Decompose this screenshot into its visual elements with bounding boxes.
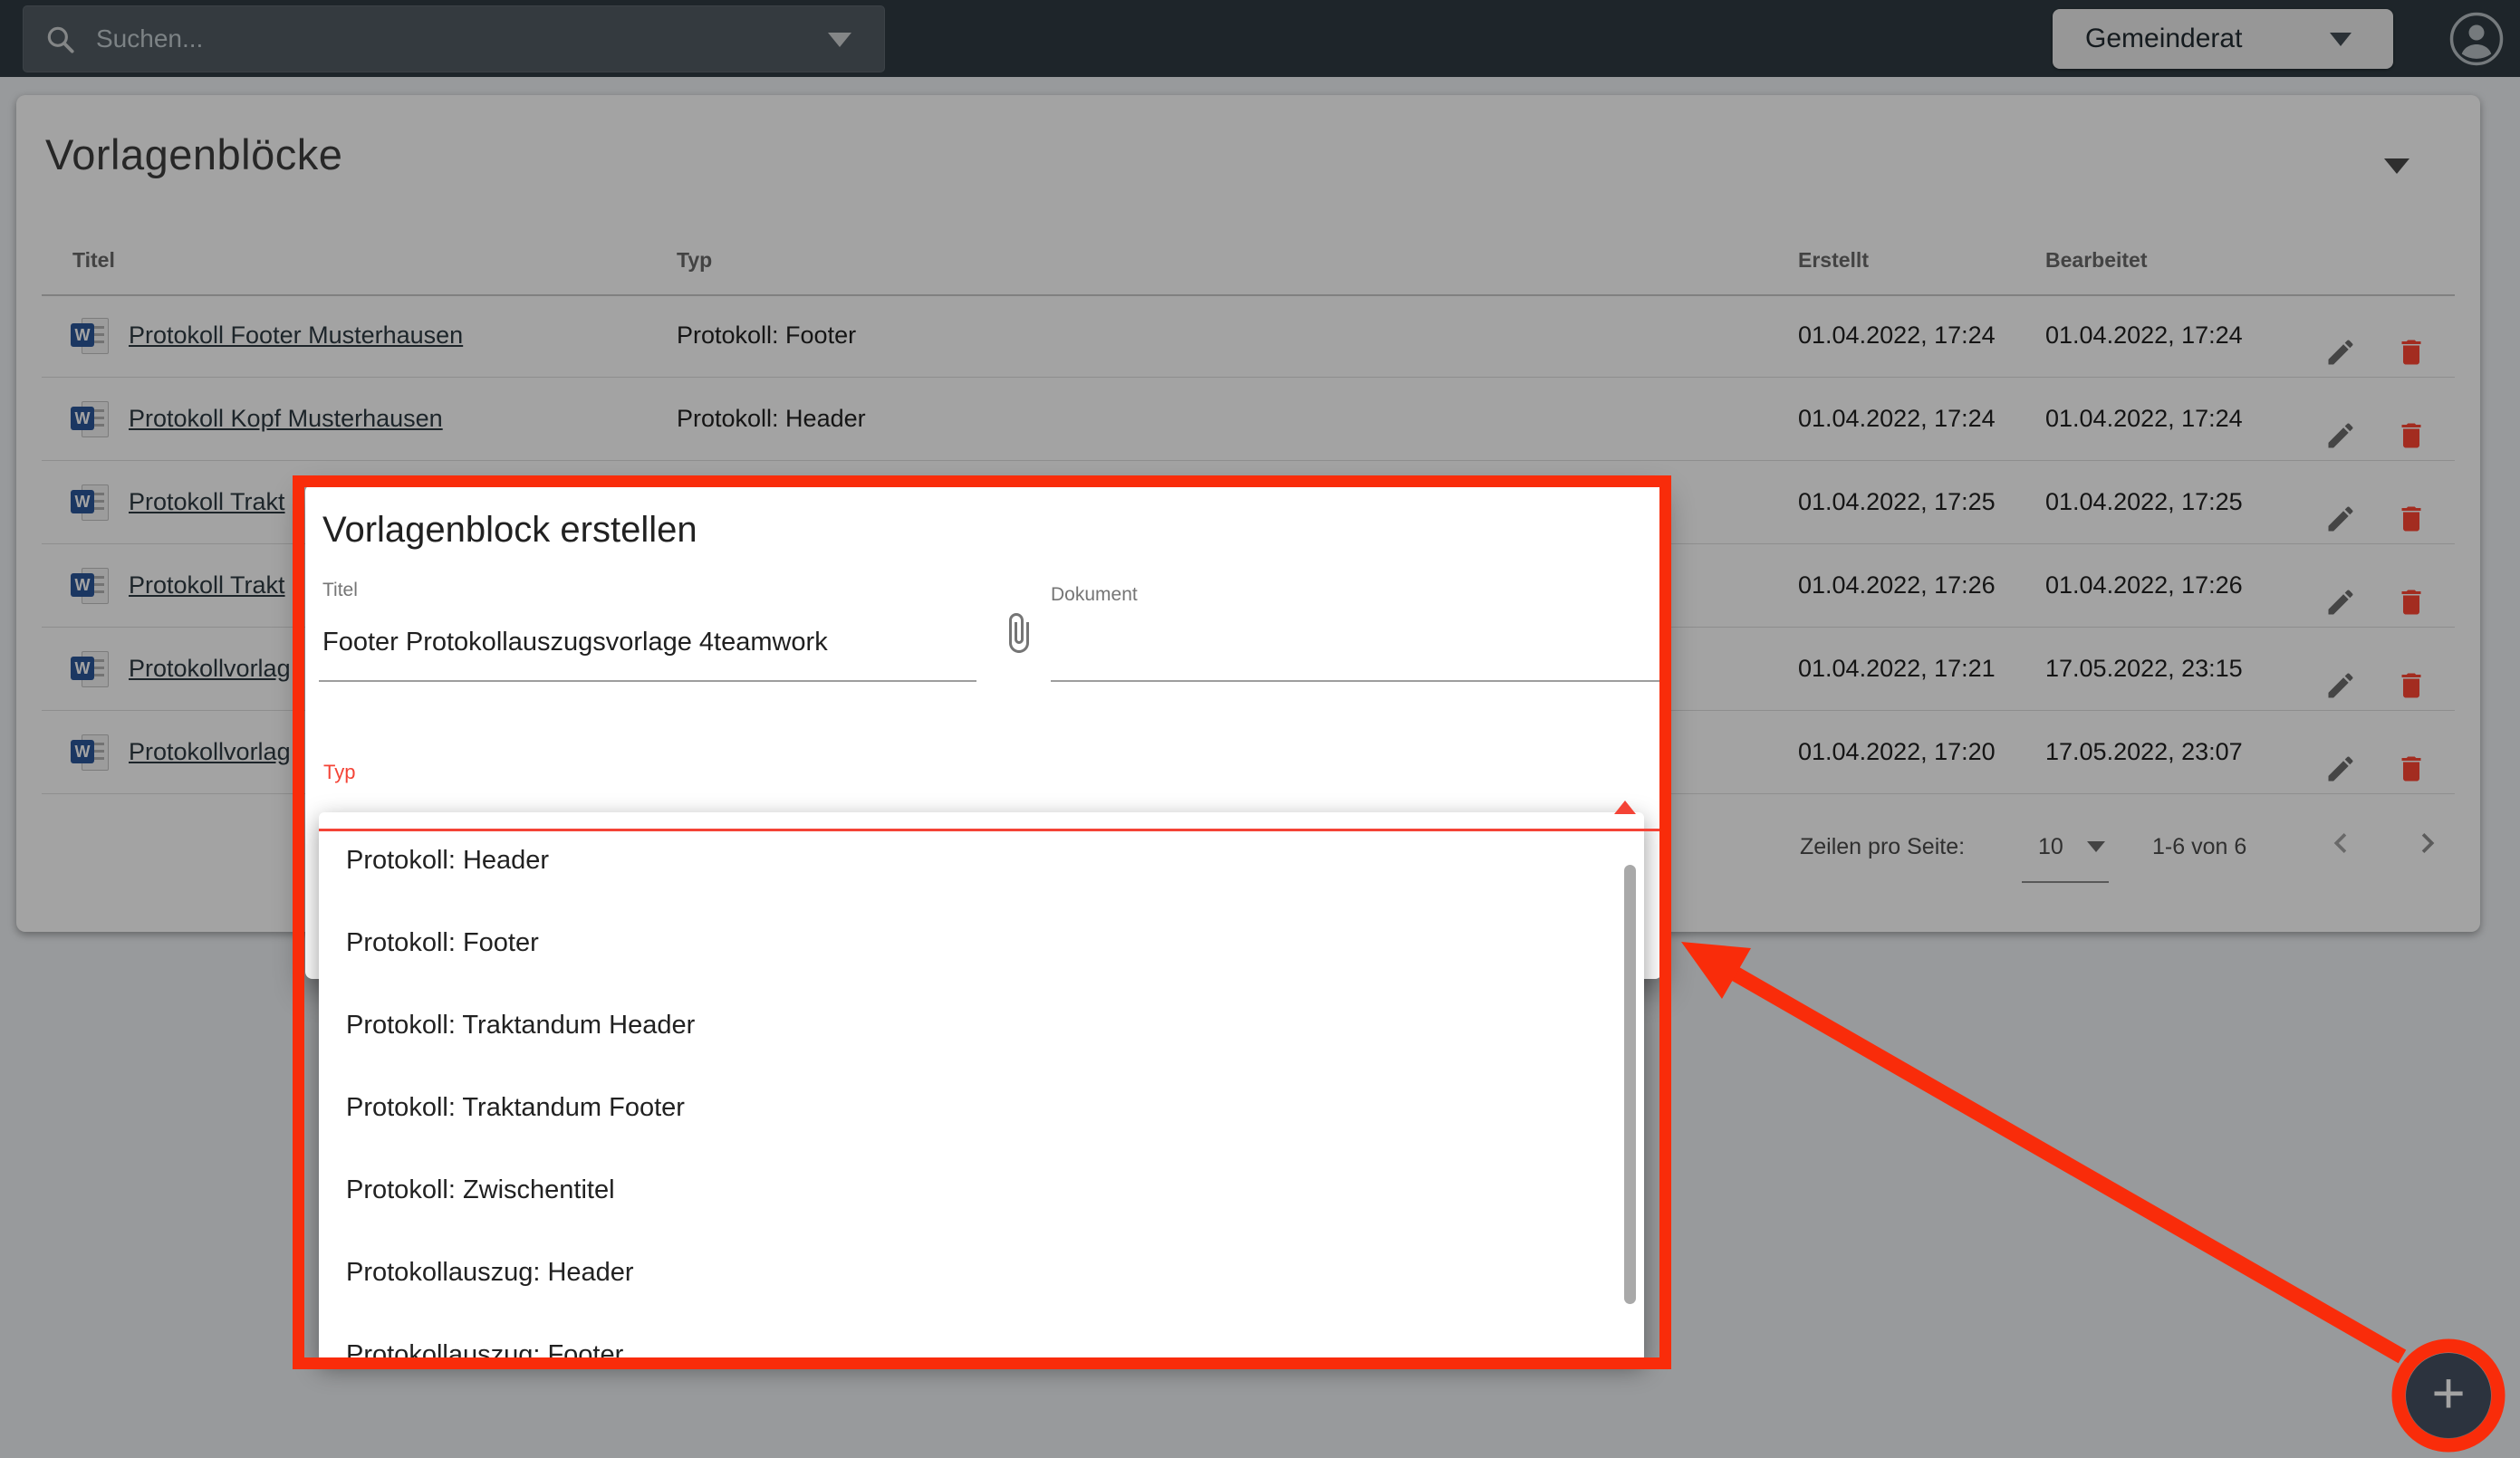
typ-option[interactable]: Protokollauszug: Header: [319, 1232, 1644, 1314]
typ-field-label: Typ: [323, 761, 355, 784]
dokument-field-label: Dokument: [1051, 584, 1138, 606]
titel-underline: [319, 680, 976, 682]
dialog-title: Vorlagenblock erstellen: [322, 510, 697, 551]
typ-select-underline: [319, 829, 1662, 831]
typ-select-open-caret-icon[interactable]: [1614, 801, 1636, 814]
screen: Gemeinderat Vorlagenblöcke Titel Typ Ers…: [0, 0, 2520, 1458]
typ-option[interactable]: Protokoll: Header: [319, 820, 1644, 902]
typ-option[interactable]: Protokoll: Traktandum Header: [319, 984, 1644, 1067]
typ-options-menu: Protokoll: Header Protokoll: Footer Prot…: [319, 812, 1644, 1362]
titel-input[interactable]: [322, 620, 966, 664]
typ-option[interactable]: Protokollauszug: Footer: [319, 1314, 1644, 1362]
titel-field-label: Titel: [322, 580, 358, 601]
typ-option[interactable]: Protokoll: Footer: [319, 902, 1644, 984]
dokument-input[interactable]: [1051, 620, 1630, 664]
typ-option[interactable]: Protokoll: Zwischentitel: [319, 1149, 1644, 1232]
dokument-underline: [1051, 680, 1659, 682]
typ-option[interactable]: Protokoll: Traktandum Footer: [319, 1067, 1644, 1149]
attach-file-icon[interactable]: [996, 611, 1040, 655]
menu-scrollbar[interactable]: [1624, 865, 1636, 1304]
